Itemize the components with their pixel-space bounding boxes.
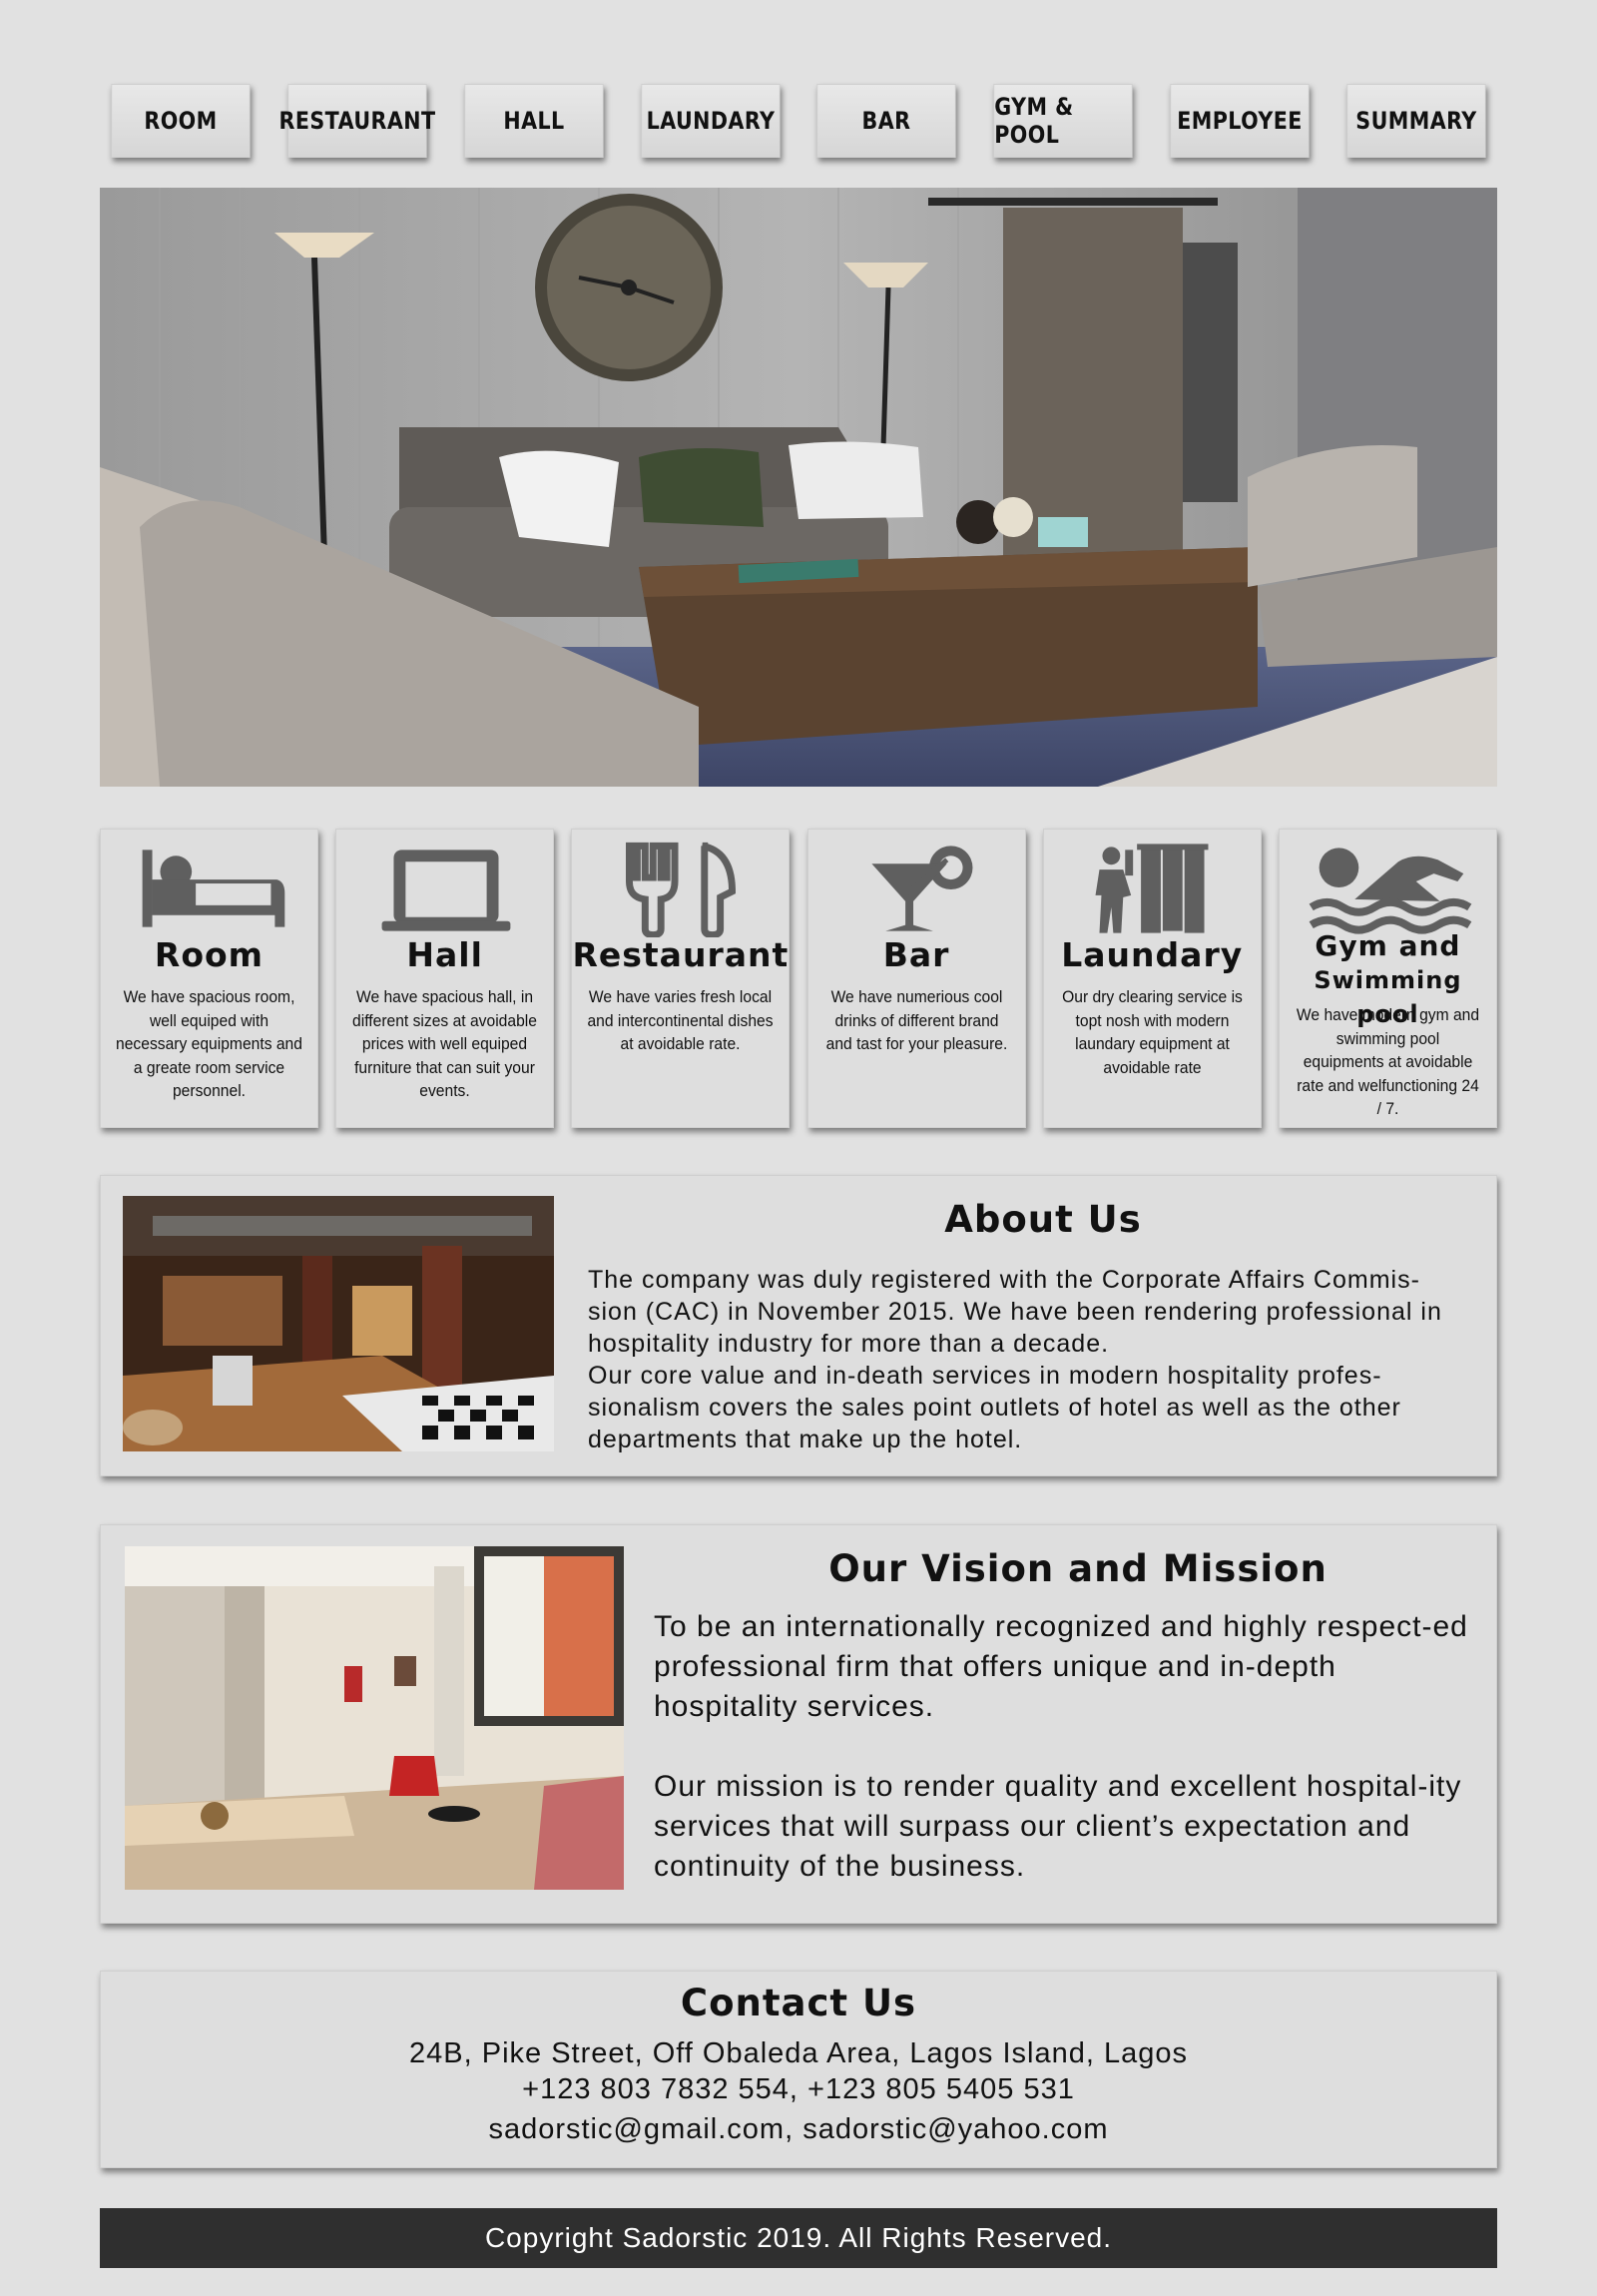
- bed-icon: [142, 850, 285, 927]
- contact-phones[interactable]: +123 803 7832 554, +123 805 5405 531: [101, 2073, 1496, 2106]
- about-title: About Us: [944, 1198, 1142, 1241]
- vision-mission-section: Our Vision and Mission To be an internat…: [100, 1524, 1497, 1924]
- hero-image: [100, 188, 1497, 787]
- service-title: Bar: [882, 935, 950, 974]
- service-title: Hall: [406, 935, 483, 974]
- nav-employee-button[interactable]: EMPLOYEE: [1170, 84, 1310, 158]
- service-card-hall[interactable]: Hall We have spacious hall, in different…: [335, 829, 555, 1128]
- restaurant-interior-photo: [123, 1196, 554, 1451]
- service-title: Restaurant: [572, 935, 790, 974]
- service-card-laundary[interactable]: Laundary Our dry clearing service is top…: [1042, 829, 1262, 1128]
- about-paragraph-1: The company was duly registered with the…: [588, 1266, 1442, 1358]
- fork-knife-icon: [626, 842, 737, 937]
- service-card-gym-pool[interactable]: Gym and Swimming pool We have modern gym…: [1278, 829, 1497, 1128]
- service-desc: We have spacious room, well equiped with…: [116, 987, 302, 1100]
- about-section: About Us The company was duly registered…: [100, 1175, 1497, 1476]
- service-desc: We have modern gym and swimming pool equ…: [1296, 1005, 1480, 1118]
- laptop-icon: [381, 850, 511, 931]
- about-paragraph-2: Our core value and in-death services in …: [588, 1362, 1401, 1453]
- service-card-bar[interactable]: Bar We have numerious cool drinks of dif…: [806, 829, 1026, 1128]
- service-desc: We have numerious cool drinks of differe…: [825, 987, 1007, 1053]
- nav-hall-button[interactable]: HALL: [464, 84, 604, 158]
- service-desc: Our dry clearing service is topt nosh wi…: [1061, 987, 1243, 1077]
- mission-text: Our mission is to render quality and exc…: [654, 1770, 1462, 1883]
- nav-laundary-button[interactable]: LAUNDARY: [640, 84, 781, 158]
- footer: Copyright Sadorstic 2019. All Rights Res…: [100, 2208, 1497, 2268]
- nav-restaurant-button[interactable]: RESTAURANT: [278, 84, 435, 158]
- service-card-restaurant[interactable]: Restaurant We have varies fresh local an…: [571, 829, 791, 1128]
- contact-section: Contact Us 24B, Pike Street, Off Obaleda…: [100, 1971, 1497, 2168]
- service-title: Room: [154, 935, 265, 974]
- service-card-room[interactable]: Room We have spacious room, well equiped…: [100, 829, 318, 1128]
- nav-bar-button[interactable]: BAR: [816, 84, 957, 158]
- service-cards: Room We have spacious room, well equiped…: [100, 829, 1497, 1128]
- vision-text: To be an internationally recognized and …: [654, 1610, 1468, 1723]
- apartment-photo: [125, 1546, 624, 1890]
- service-title-line1: Gym and: [1315, 929, 1461, 962]
- service-title: Laundary: [1061, 935, 1244, 974]
- nav-summary-button[interactable]: SUMMARY: [1346, 84, 1486, 158]
- laundry-icon: [1095, 844, 1209, 933]
- contact-address: 24B, Pike Street, Off Obaleda Area, Lago…: [409, 2037, 1188, 2069]
- contact-title: Contact Us: [680, 1982, 917, 2024]
- about-text: The company was duly registered with the…: [588, 1264, 1466, 1455]
- contact-emails[interactable]: sadorstic@gmail.com, sadorstic@yahoo.com: [101, 2113, 1496, 2146]
- swimmer-icon: [1309, 848, 1472, 934]
- vision-title: Our Vision and Mission: [828, 1547, 1328, 1590]
- nav-room-button[interactable]: ROOM: [111, 84, 251, 158]
- cocktail-icon: [870, 846, 973, 931]
- nav-gym-pool-button[interactable]: GYM & POOL: [993, 84, 1133, 158]
- top-nav: ROOM RESTAURANT HALL LAUNDARY BAR GYM & …: [100, 84, 1497, 158]
- service-desc: We have spacious hall, in different size…: [352, 987, 538, 1100]
- footer-copyright: Copyright Sadorstic 2019. All Rights Res…: [484, 2222, 1113, 2253]
- service-desc: We have varies fresh local and intercont…: [587, 987, 774, 1053]
